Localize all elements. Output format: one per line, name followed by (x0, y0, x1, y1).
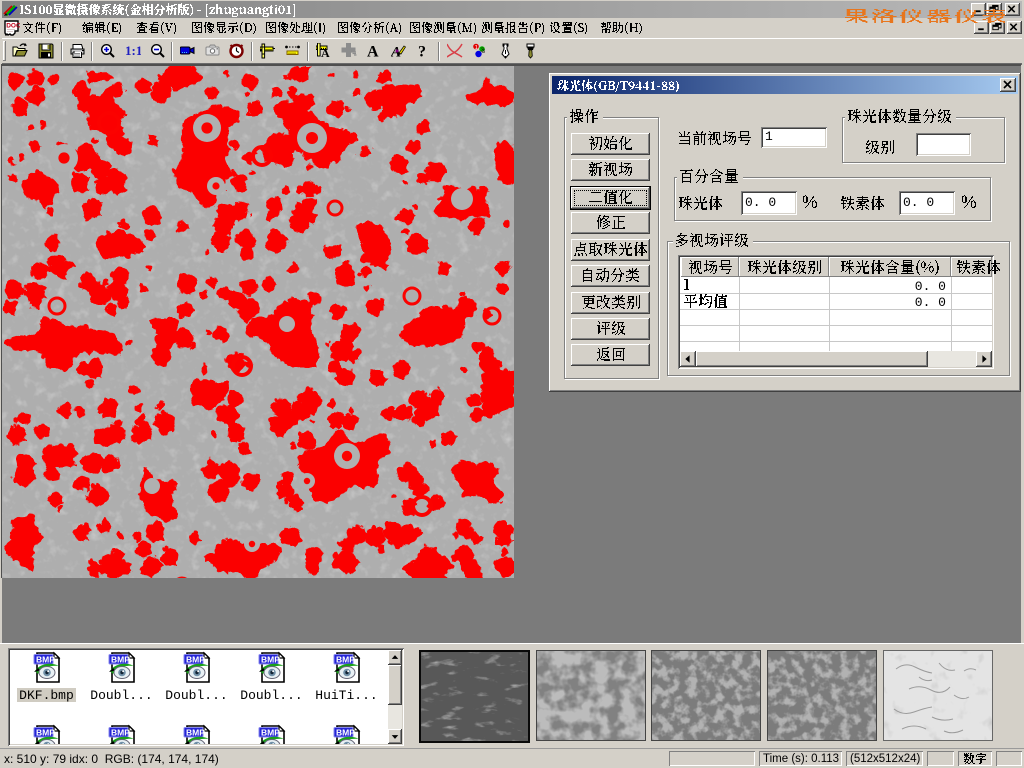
svg-text:DOC: DOC (6, 23, 20, 30)
svg-text:3: 3 (482, 49, 485, 55)
svg-text:?: ? (418, 44, 426, 60)
svg-text:A: A (321, 46, 330, 59)
svg-text:1:1: 1:1 (125, 43, 141, 58)
svg-text:1: 1 (475, 45, 478, 51)
svg-text:A: A (367, 44, 379, 60)
